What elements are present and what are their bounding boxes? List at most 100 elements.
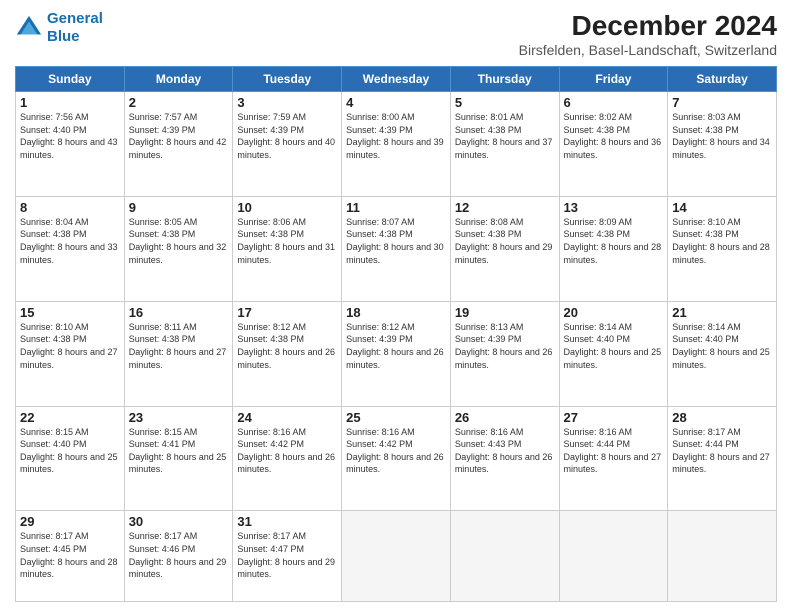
col-header-sunday: Sunday [16, 67, 125, 92]
col-header-saturday: Saturday [668, 67, 777, 92]
day-number: 21 [672, 305, 772, 320]
calendar-cell: 3 Sunrise: 7:59 AMSunset: 4:39 PMDaylight… [233, 92, 342, 197]
calendar-cell: 16 Sunrise: 8:11 AMSunset: 4:38 PMDayligh… [124, 301, 233, 406]
calendar-cell: 4Sunrise: 8:00 AMSunset: 4:39 PMDaylight… [342, 92, 451, 197]
cell-info: Sunrise: 7:57 AMSunset: 4:39 PMDaylight:… [129, 112, 227, 160]
day-number: 26 [455, 410, 555, 425]
cell-info: Sunrise: 8:17 AMSunset: 4:47 PMDaylight:… [237, 531, 335, 579]
cell-info: Sunrise: 8:02 AMSunset: 4:38 PMDaylight:… [564, 112, 662, 160]
week-row-1: 1Sunrise: 7:56 AMSunset: 4:40 PMDaylight… [16, 92, 777, 197]
calendar-cell: 11 Sunrise: 8:07 AMSunset: 4:38 PMDayligh… [342, 196, 451, 301]
day-number: 1 [20, 95, 120, 110]
calendar-cell: 14 Sunrise: 8:10 AMSunset: 4:38 PMDayligh… [668, 196, 777, 301]
cell-info: Sunrise: 8:08 AMSunset: 4:38 PMDaylight:… [455, 217, 553, 265]
subtitle: Birsfelden, Basel-Landschaft, Switzerlan… [519, 42, 777, 58]
cell-info: Sunrise: 8:16 AMSunset: 4:42 PMDaylight:… [237, 427, 335, 475]
week-row-3: 15 Sunrise: 8:10 AMSunset: 4:38 PMDayligh… [16, 301, 777, 406]
cell-info: Sunrise: 8:15 AMSunset: 4:41 PMDaylight:… [129, 427, 227, 475]
calendar-cell: 23 Sunrise: 8:15 AMSunset: 4:41 PMDayligh… [124, 406, 233, 511]
day-number: 3 [237, 95, 337, 110]
cell-info: Sunrise: 8:17 AMSunset: 4:46 PMDaylight:… [129, 531, 227, 579]
day-number: 14 [672, 200, 772, 215]
title-block: December 2024 Birsfelden, Basel-Landscha… [519, 10, 777, 58]
calendar-cell: 28Sunrise: 8:17 AMSunset: 4:44 PMDayligh… [668, 406, 777, 511]
col-header-wednesday: Wednesday [342, 67, 451, 92]
day-number: 5 [455, 95, 555, 110]
day-number: 18 [346, 305, 446, 320]
cell-info: Sunrise: 8:16 AMSunset: 4:43 PMDaylight:… [455, 427, 553, 475]
calendar-cell: 25Sunrise: 8:16 AMSunset: 4:42 PMDayligh… [342, 406, 451, 511]
calendar-cell: 20Sunrise: 8:14 AMSunset: 4:40 PMDayligh… [559, 301, 668, 406]
calendar-cell: 2Sunrise: 7:57 AMSunset: 4:39 PMDaylight… [124, 92, 233, 197]
logo-icon [15, 14, 43, 42]
main-title: December 2024 [519, 10, 777, 42]
cell-info: Sunrise: 8:10 AMSunset: 4:38 PMDaylight:… [672, 217, 770, 265]
cell-info: Sunrise: 8:12 AMSunset: 4:39 PMDaylight:… [346, 322, 444, 370]
cell-info: Sunrise: 8:05 AMSunset: 4:38 PMDaylight:… [129, 217, 227, 265]
logo-line2: Blue [47, 28, 80, 45]
week-row-4: 22 Sunrise: 8:15 AMSunset: 4:40 PMDayligh… [16, 406, 777, 511]
cell-info: Sunrise: 8:17 AMSunset: 4:45 PMDaylight:… [20, 531, 118, 579]
day-number: 4 [346, 95, 446, 110]
week-row-2: 8Sunrise: 8:04 AMSunset: 4:38 PMDaylight… [16, 196, 777, 301]
calendar-cell: 27 Sunrise: 8:16 AMSunset: 4:44 PMDayligh… [559, 406, 668, 511]
col-header-tuesday: Tuesday [233, 67, 342, 92]
day-number: 16 [129, 305, 229, 320]
cell-info: Sunrise: 8:09 AMSunset: 4:38 PMDaylight:… [564, 217, 662, 265]
day-number: 30 [129, 514, 229, 529]
calendar-cell [450, 511, 559, 602]
day-number: 10 [237, 200, 337, 215]
cell-info: Sunrise: 8:11 AMSunset: 4:38 PMDaylight:… [129, 322, 227, 370]
day-number: 20 [564, 305, 664, 320]
calendar-cell: 12 Sunrise: 8:08 AMSunset: 4:38 PMDayligh… [450, 196, 559, 301]
calendar-cell: 29 Sunrise: 8:17 AMSunset: 4:45 PMDayligh… [16, 511, 125, 602]
day-number: 17 [237, 305, 337, 320]
cell-info: Sunrise: 8:06 AMSunset: 4:38 PMDaylight:… [237, 217, 335, 265]
cell-info: Sunrise: 8:14 AMSunset: 4:40 PMDaylight:… [672, 322, 770, 370]
day-number: 13 [564, 200, 664, 215]
calendar-cell: 21 Sunrise: 8:14 AMSunset: 4:40 PMDayligh… [668, 301, 777, 406]
calendar-cell: 15 Sunrise: 8:10 AMSunset: 4:38 PMDayligh… [16, 301, 125, 406]
calendar-cell: 18 Sunrise: 8:12 AMSunset: 4:39 PMDayligh… [342, 301, 451, 406]
day-number: 6 [564, 95, 664, 110]
calendar-cell: 31Sunrise: 8:17 AMSunset: 4:47 PMDayligh… [233, 511, 342, 602]
calendar-cell [668, 511, 777, 602]
day-number: 25 [346, 410, 446, 425]
calendar-cell: 26 Sunrise: 8:16 AMSunset: 4:43 PMDayligh… [450, 406, 559, 511]
day-number: 27 [564, 410, 664, 425]
logo: General Blue [15, 10, 103, 46]
day-number: 29 [20, 514, 120, 529]
calendar-cell: 19 Sunrise: 8:13 AMSunset: 4:39 PMDayligh… [450, 301, 559, 406]
calendar-body: 1Sunrise: 7:56 AMSunset: 4:40 PMDaylight… [16, 92, 777, 602]
day-number: 23 [129, 410, 229, 425]
day-number: 15 [20, 305, 120, 320]
calendar-cell [342, 511, 451, 602]
calendar-cell: 24 Sunrise: 8:16 AMSunset: 4:42 PMDayligh… [233, 406, 342, 511]
day-number: 11 [346, 200, 446, 215]
cell-info: Sunrise: 8:04 AMSunset: 4:38 PMDaylight:… [20, 217, 118, 265]
day-number: 22 [20, 410, 120, 425]
cell-info: Sunrise: 7:59 AMSunset: 4:39 PMDaylight:… [237, 112, 335, 160]
cell-info: Sunrise: 8:16 AMSunset: 4:44 PMDaylight:… [564, 427, 662, 475]
day-number: 24 [237, 410, 337, 425]
cell-info: Sunrise: 8:15 AMSunset: 4:40 PMDaylight:… [20, 427, 118, 475]
day-number: 12 [455, 200, 555, 215]
col-header-monday: Monday [124, 67, 233, 92]
header: General Blue December 2024 Birsfelden, B… [15, 10, 777, 58]
cell-info: Sunrise: 8:01 AMSunset: 4:38 PMDaylight:… [455, 112, 553, 160]
cell-info: Sunrise: 8:10 AMSunset: 4:38 PMDaylight:… [20, 322, 118, 370]
page: General Blue December 2024 Birsfelden, B… [0, 0, 792, 612]
calendar-header-row: SundayMondayTuesdayWednesdayThursdayFrid… [16, 67, 777, 92]
calendar-cell: 9Sunrise: 8:05 AMSunset: 4:38 PMDaylight… [124, 196, 233, 301]
week-row-5: 29 Sunrise: 8:17 AMSunset: 4:45 PMDayligh… [16, 511, 777, 602]
calendar-cell: 5 Sunrise: 8:01 AMSunset: 4:38 PMDaylight… [450, 92, 559, 197]
calendar-cell: 30 Sunrise: 8:17 AMSunset: 4:46 PMDayligh… [124, 511, 233, 602]
logo-line1: General [47, 10, 103, 27]
calendar-cell: 1Sunrise: 7:56 AMSunset: 4:40 PMDaylight… [16, 92, 125, 197]
cell-info: Sunrise: 8:07 AMSunset: 4:38 PMDaylight:… [346, 217, 444, 265]
calendar-cell: 22 Sunrise: 8:15 AMSunset: 4:40 PMDayligh… [16, 406, 125, 511]
cell-info: Sunrise: 8:13 AMSunset: 4:39 PMDaylight:… [455, 322, 553, 370]
calendar-cell: 17Sunrise: 8:12 AMSunset: 4:38 PMDayligh… [233, 301, 342, 406]
calendar-cell: 8Sunrise: 8:04 AMSunset: 4:38 PMDaylight… [16, 196, 125, 301]
day-number: 19 [455, 305, 555, 320]
